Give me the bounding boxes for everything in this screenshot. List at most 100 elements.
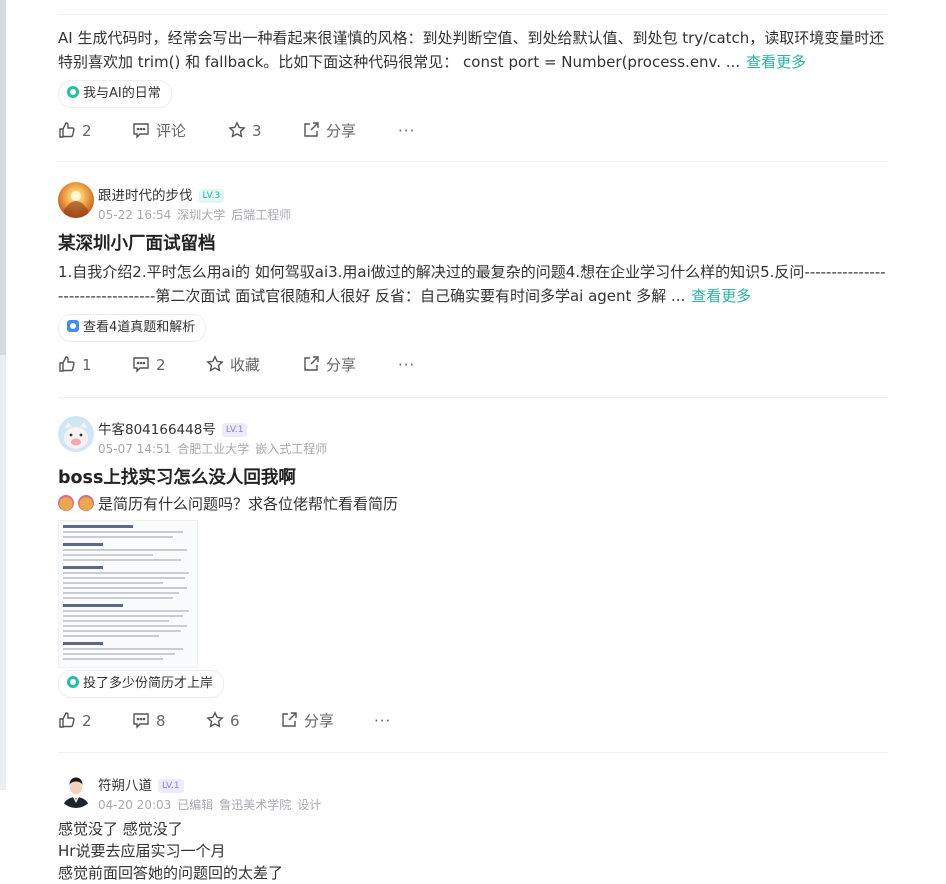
divider xyxy=(58,752,888,753)
question-bank-icon xyxy=(67,320,79,332)
thumb-up-icon xyxy=(59,356,75,372)
like-count: 2 xyxy=(82,122,92,140)
avatar[interactable] xyxy=(58,182,94,218)
author-row: 符朔八道 LV.1 04-20 20:03 已编辑 鲁迅美术学院 设计 xyxy=(58,772,888,816)
comment-button[interactable]: 评论 xyxy=(132,120,186,142)
comment-button[interactable]: 8 xyxy=(132,710,166,732)
author-row: 跟进时代的步伐 LV.3 05-22 16:54 深圳大学 后端工程师 xyxy=(58,182,888,226)
like-button[interactable]: 1 xyxy=(58,354,92,376)
topic-icon xyxy=(67,676,79,688)
author-job: 设计 xyxy=(297,798,322,812)
crying-emoji-icon xyxy=(78,495,94,511)
author-name[interactable]: 牛客804166448号 LV.1 xyxy=(98,418,248,438)
author-meta: 04-20 20:03 已编辑 鲁迅美术学院 设计 xyxy=(98,796,327,813)
topic-tag-label: 查看4道真题和解析 xyxy=(83,320,196,335)
post-date: 05-07 14:51 xyxy=(98,442,172,456)
star-button[interactable]: 3 xyxy=(228,120,262,142)
post-date: 04-20 20:03 xyxy=(98,798,172,812)
author-name-text: 符朔八道 xyxy=(98,778,152,794)
post-body-line: Hr说要去应届实习一个月 xyxy=(58,842,226,860)
comment-button[interactable]: 2 xyxy=(132,354,166,376)
see-more-link[interactable]: 查看更多 xyxy=(746,53,806,71)
like-button[interactable]: 2 xyxy=(58,120,92,142)
more-icon: ··· xyxy=(398,122,416,140)
topic-tag-label: 我与AI的日常 xyxy=(83,86,161,101)
like-count: 2 xyxy=(82,712,92,730)
share-button[interactable]: 分享 xyxy=(280,710,334,732)
comment-icon xyxy=(133,713,149,729)
author-meta: 05-07 14:51 合肥工业大学 嵌入式工程师 xyxy=(98,440,333,457)
post-date: 05-22 16:54 xyxy=(98,208,172,222)
like-button[interactable]: 2 xyxy=(58,710,92,732)
level-badge: LV.3 xyxy=(198,189,225,203)
more-button[interactable]: ··· xyxy=(398,120,415,142)
post-title[interactable]: boss上找实习怎么没人回我啊 xyxy=(58,464,296,489)
topic-tag[interactable]: 投了多少份简历才上岸 xyxy=(58,670,225,698)
share-button[interactable]: 分享 xyxy=(302,354,356,376)
comment-icon xyxy=(133,123,149,139)
topic-tag[interactable]: 我与AI的日常 xyxy=(58,80,172,108)
star-icon xyxy=(228,121,246,138)
share-label: 分享 xyxy=(326,356,357,374)
crying-emoji-icon xyxy=(58,495,74,511)
level-badge: LV.1 xyxy=(158,779,184,793)
post-body[interactable]: AI 生成代码时，经常会写出一种看起来很谨慎的风格：到处判断空值、到处给默认值、… xyxy=(58,26,888,74)
divider xyxy=(58,397,888,398)
scrollbar-thumb[interactable] xyxy=(0,0,6,355)
author-school: 鲁迅美术学院 xyxy=(219,798,292,812)
post-body-line: 感觉没了 感觉没了 xyxy=(58,820,183,838)
author-meta: 05-22 16:54 深圳大学 后端工程师 xyxy=(98,206,297,223)
divider xyxy=(58,14,888,15)
author-job: 后端工程师 xyxy=(231,208,292,222)
star-icon xyxy=(206,355,224,372)
share-icon xyxy=(282,712,297,727)
post-body[interactable]: 1.自我介绍2.平时怎么用ai的 如何驾驭ai3.用ai做过的解决过的最复杂的问… xyxy=(58,260,888,308)
star-count: 3 xyxy=(252,122,262,140)
edited-label: 已编辑 xyxy=(177,798,214,812)
author-name-text: 跟进时代的步伐 xyxy=(98,188,193,204)
share-label: 分享 xyxy=(326,122,357,140)
see-more-link[interactable]: 查看更多 xyxy=(691,287,751,305)
post-body-line: 感觉前面回答她的问题回的太差了 xyxy=(58,864,284,882)
more-icon: ··· xyxy=(374,712,392,730)
level-badge: LV.1 xyxy=(221,423,248,437)
comment-count: 8 xyxy=(156,712,166,730)
star-count: 6 xyxy=(230,712,240,730)
author-name[interactable]: 跟进时代的步伐 LV.3 xyxy=(98,184,225,204)
star-button[interactable]: 6 xyxy=(206,710,240,732)
resume-image[interactable] xyxy=(58,520,198,668)
post-body[interactable]: 感觉没了 感觉没了 Hr说要去应届实习一个月 感觉前面回答她的问题回的太差了 xyxy=(58,818,888,884)
avatar[interactable] xyxy=(58,772,94,808)
avatar[interactable] xyxy=(58,416,94,452)
post-body-text: 1.自我介绍2.平时怎么用ai的 如何驾驭ai3.用ai做过的解决过的最复杂的问… xyxy=(58,263,886,305)
topic-tag-label: 投了多少份简历才上岸 xyxy=(83,676,214,691)
author-school: 合肥工业大学 xyxy=(177,442,250,456)
author-row: 牛客804166448号 LV.1 05-07 14:51 合肥工业大学 嵌入式工程师 xyxy=(58,416,888,460)
more-button[interactable]: ··· xyxy=(374,710,391,732)
left-scrollbar[interactable] xyxy=(0,0,6,790)
star-button[interactable]: 收藏 xyxy=(206,354,260,376)
topic-tag[interactable]: 查看4道真题和解析 xyxy=(58,314,207,342)
comment-label: 评论 xyxy=(156,122,187,140)
author-job: 嵌入式工程师 xyxy=(255,442,328,456)
author-school: 深圳大学 xyxy=(177,208,226,222)
more-button[interactable]: ··· xyxy=(398,354,415,376)
author-name[interactable]: 符朔八道 LV.1 xyxy=(98,774,184,794)
share-icon xyxy=(304,122,319,137)
divider xyxy=(58,161,888,162)
comment-icon xyxy=(133,357,149,373)
star-label: 收藏 xyxy=(230,356,261,374)
thumb-up-icon xyxy=(59,122,75,138)
comment-count: 2 xyxy=(156,356,166,374)
star-icon xyxy=(206,711,224,728)
post-title[interactable]: 某深圳小厂面试留档 xyxy=(58,230,216,255)
post-body[interactable]: 是简历有什么问题吗？求各位佬帮忙看看简历 xyxy=(58,492,888,516)
author-name-text: 牛客804166448号 xyxy=(98,422,216,438)
more-icon: ··· xyxy=(398,356,416,374)
like-count: 1 xyxy=(82,356,92,374)
share-button[interactable]: 分享 xyxy=(302,120,356,142)
share-label: 分享 xyxy=(304,712,335,730)
post-body-text: 是简历有什么问题吗？求各位佬帮忙看看简历 xyxy=(98,495,399,513)
thumb-up-icon xyxy=(59,712,75,728)
share-icon xyxy=(304,356,319,371)
